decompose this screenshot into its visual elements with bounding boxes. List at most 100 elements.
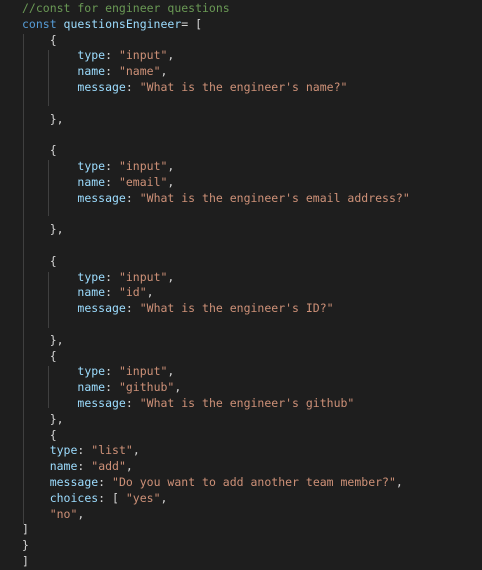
code-line[interactable]: ] — [22, 554, 410, 570]
code-punctuation: , — [77, 506, 85, 521]
code-identifier: message — [49, 474, 99, 489]
code-string: "list" — [91, 443, 133, 458]
code-line[interactable]: { — [22, 428, 410, 444]
code-punctuation: , — [125, 459, 133, 474]
code-string: "email" — [118, 174, 168, 189]
code-string: "What is the engineer's name?" — [139, 79, 348, 94]
code-identifier: message — [77, 190, 126, 205]
code-identifier: type — [77, 48, 106, 63]
code-line[interactable]: { — [22, 349, 410, 365]
code-string: "id" — [118, 285, 147, 300]
code-line[interactable]: name: "id", — [22, 285, 410, 301]
code-punctuation: , — [146, 285, 154, 300]
code-line[interactable]: type: "input", — [22, 270, 410, 286]
code-line[interactable]: message: "What is the engineer's github" — [22, 396, 410, 412]
code-punctuation: : — [125, 395, 140, 410]
code-line[interactable]: type: "input", — [22, 364, 410, 380]
code-punctuation: : — [105, 364, 119, 379]
code-punctuation: : [ — [98, 490, 126, 505]
code-line[interactable]: message: "What is the engineer's ID?" — [22, 301, 410, 317]
code-string: "add" — [91, 459, 126, 474]
code-line[interactable]: type: "input", — [22, 159, 410, 175]
code-line[interactable]: choices: [ "yes", — [22, 491, 410, 507]
code-editor[interactable]: //const for engineer questions const ques… — [0, 0, 482, 570]
code-line[interactable]: message: "What is the engineer's email a… — [22, 190, 409, 207]
code-line[interactable]: name: "add", — [22, 459, 410, 475]
code-line[interactable]: message: "What is the engineer's name?" — [22, 80, 410, 96]
code-line[interactable]: { — [22, 254, 410, 270]
code-punctuation: : — [125, 301, 140, 316]
code-line[interactable]: }, — [22, 222, 410, 238]
code-identifier: name — [77, 64, 106, 79]
code-line[interactable]: message: "Do you want to add another tea… — [22, 475, 410, 491]
code-identifier: choices — [49, 490, 99, 505]
code-punctuation: ] — [22, 553, 29, 568]
code-identifier: type — [77, 158, 106, 173]
code-punctuation: { — [49, 348, 57, 363]
code-identifier: name — [77, 285, 106, 300]
code-line[interactable]: const questionsEngineer= [ — [22, 17, 410, 33]
code-line[interactable] — [22, 206, 410, 222]
code-identifier: type — [77, 364, 106, 379]
code-string: "name" — [118, 64, 161, 79]
code-line[interactable]: name: "email", — [22, 175, 410, 191]
code-string: "input" — [118, 48, 168, 63]
code-line[interactable]: } — [22, 538, 410, 554]
code-punctuation: : — [105, 174, 119, 189]
code-line[interactable]: }, — [22, 412, 410, 428]
code-line[interactable] — [22, 317, 410, 333]
code-line[interactable] — [22, 96, 410, 112]
code-lines[interactable]: //const for engineer questions const ques… — [22, 1, 410, 570]
code-line[interactable]: name: "name", — [22, 64, 410, 80]
code-punctuation: : — [125, 79, 140, 94]
code-comment: //const for engineer questions — [22, 1, 230, 15]
code-line[interactable]: type: "input", — [22, 48, 410, 64]
code-punctuation: , — [160, 490, 168, 505]
code-punctuation: }, — [49, 332, 64, 347]
code-line[interactable]: }, — [22, 112, 410, 128]
code-string: "What is the engineer's ID?" — [139, 301, 334, 316]
code-line[interactable]: { — [22, 143, 410, 159]
code-punctuation: : — [105, 158, 119, 173]
code-line[interactable]: name: "github", — [22, 380, 410, 396]
code-punctuation: { — [49, 253, 57, 268]
code-line[interactable]: }, — [22, 333, 410, 349]
code-punctuation: : — [77, 459, 92, 474]
code-punctuation: { — [49, 427, 57, 442]
code-line[interactable]: //const for engineer questions — [22, 1, 410, 17]
code-punctuation: , — [395, 474, 403, 489]
code-line[interactable]: ] — [22, 522, 410, 538]
code-line[interactable] — [22, 238, 410, 254]
code-punctuation: { — [49, 32, 57, 47]
code-string: "What is the engineer's github" — [139, 395, 355, 410]
code-punctuation: : — [98, 474, 113, 489]
code-punctuation: }, — [49, 411, 64, 426]
code-identifier: name — [77, 174, 106, 189]
code-line[interactable]: { — [22, 33, 410, 49]
code-line[interactable]: "no", — [22, 507, 410, 523]
code-line[interactable]: type: "list", — [22, 443, 410, 459]
code-punctuation: { — [49, 143, 57, 158]
code-string: "input" — [118, 158, 168, 173]
code-line[interactable] — [22, 127, 410, 143]
code-punctuation: , — [167, 269, 175, 284]
code-string: "no" — [49, 506, 78, 521]
code-identifier: name — [77, 380, 106, 395]
code-identifier: type — [77, 269, 106, 284]
